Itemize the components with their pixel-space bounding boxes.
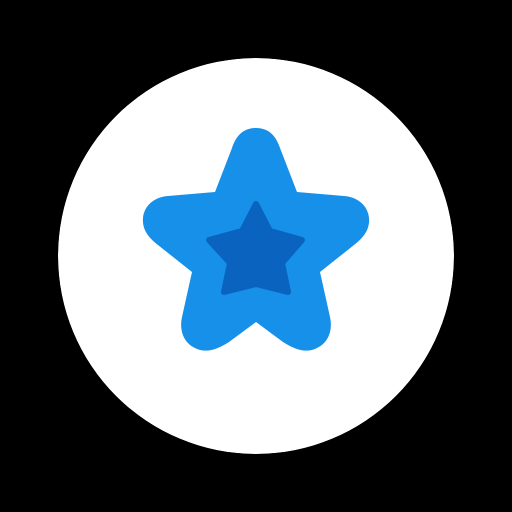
- app-icon-badge[interactable]: [58, 58, 454, 454]
- star-icon: [58, 58, 454, 454]
- app-icon-screen: [0, 0, 512, 512]
